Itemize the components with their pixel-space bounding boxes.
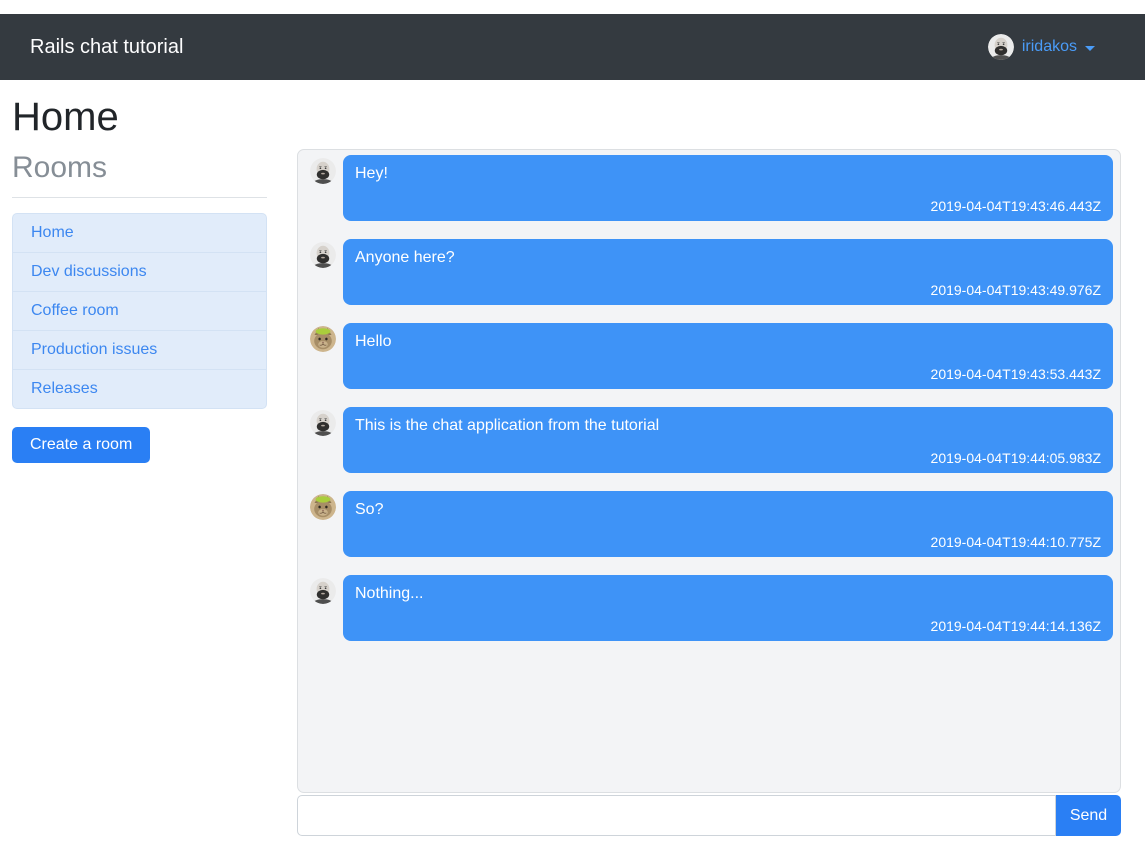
message-timestamp: 2019-04-04T19:44:14.136Z	[930, 618, 1101, 634]
chat-input-group: Send	[297, 795, 1121, 836]
message-bubble: This is the chat application from the tu…	[343, 407, 1113, 473]
message-text: Anyone here?	[355, 249, 455, 266]
message-author-avatar	[310, 326, 336, 352]
chat-message: Anyone here? 2019-04-04T19:43:49.976Z	[305, 239, 1113, 305]
message-author-avatar	[310, 494, 336, 520]
main-content: Home Rooms Home Dev discussions Coffee r…	[0, 95, 1145, 836]
divider	[12, 197, 267, 198]
room-link[interactable]: Releases	[31, 380, 98, 397]
message-bubble: Anyone here? 2019-04-04T19:43:49.976Z	[343, 239, 1113, 305]
rooms-sidebar: Rooms Home Dev discussions Coffee room P…	[12, 149, 267, 463]
chat-message: Hey! 2019-04-04T19:43:46.443Z	[305, 155, 1113, 221]
message-bubble: So? 2019-04-04T19:44:10.775Z	[343, 491, 1113, 557]
user-name: iridakos	[1021, 38, 1077, 55]
message-author-avatar	[310, 158, 336, 184]
navbar: Rails chat tutorial iridakos	[0, 14, 1145, 80]
user-avatar	[987, 34, 1014, 60]
chat-message: Hello 2019-04-04T19:43:53.443Z	[305, 323, 1113, 389]
room-link[interactable]: Home	[31, 224, 74, 241]
room-link[interactable]: Coffee room	[31, 302, 119, 319]
room-link[interactable]: Production issues	[31, 341, 157, 358]
message-text: Hello	[355, 333, 392, 350]
create-room-button[interactable]: Create a room	[12, 427, 151, 463]
message-timestamp: 2019-04-04T19:44:10.775Z	[930, 534, 1101, 550]
room-link[interactable]: Dev discussions	[31, 263, 147, 280]
sidebar-room-item[interactable]: Releases	[12, 369, 267, 409]
message-author-avatar	[310, 242, 336, 268]
page-title: Home	[12, 95, 119, 139]
sidebar-room-item[interactable]: Coffee room	[12, 291, 267, 331]
message-text: This is the chat application from the tu…	[355, 417, 660, 434]
message-timestamp: 2019-04-04T19:43:46.443Z	[930, 198, 1101, 214]
app-title-link[interactable]: Rails chat tutorial	[30, 36, 183, 59]
send-button[interactable]: Send	[1056, 795, 1121, 836]
sidebar-room-item[interactable]: Home	[12, 213, 267, 253]
user-dropdown-toggle[interactable]: iridakos	[987, 34, 1095, 60]
sidebar-room-item[interactable]: Production issues	[12, 330, 267, 370]
message-timestamp: 2019-04-04T19:44:05.983Z	[930, 450, 1101, 466]
chat-messages-panel: Hey! 2019-04-04T19:43:46.443Z Anyone her…	[297, 149, 1121, 793]
chat-section: Hey! 2019-04-04T19:43:46.443Z Anyone her…	[297, 149, 1121, 836]
chat-message: This is the chat application from the tu…	[305, 407, 1113, 473]
room-list: Home Dev discussions Coffee room Product…	[12, 213, 267, 409]
page-top-margin	[0, 0, 1145, 14]
message-bubble: Nothing... 2019-04-04T19:44:14.136Z	[343, 575, 1113, 641]
message-author-avatar	[310, 410, 336, 436]
chevron-down-icon	[1085, 45, 1095, 51]
message-text: So?	[355, 501, 384, 518]
message-timestamp: 2019-04-04T19:43:49.976Z	[930, 282, 1101, 298]
message-text: Hey!	[355, 165, 388, 182]
message-text: Nothing...	[355, 585, 424, 602]
message-input[interactable]	[297, 795, 1056, 836]
sidebar-room-item[interactable]: Dev discussions	[12, 252, 267, 292]
chat-message: Nothing... 2019-04-04T19:44:14.136Z	[305, 575, 1113, 641]
message-timestamp: 2019-04-04T19:43:53.443Z	[930, 366, 1101, 382]
message-bubble: Hey! 2019-04-04T19:43:46.443Z	[343, 155, 1113, 221]
rooms-heading: Rooms	[12, 151, 108, 184]
message-author-avatar	[310, 578, 336, 604]
message-bubble: Hello 2019-04-04T19:43:53.443Z	[343, 323, 1113, 389]
chat-message: So? 2019-04-04T19:44:10.775Z	[305, 491, 1113, 557]
